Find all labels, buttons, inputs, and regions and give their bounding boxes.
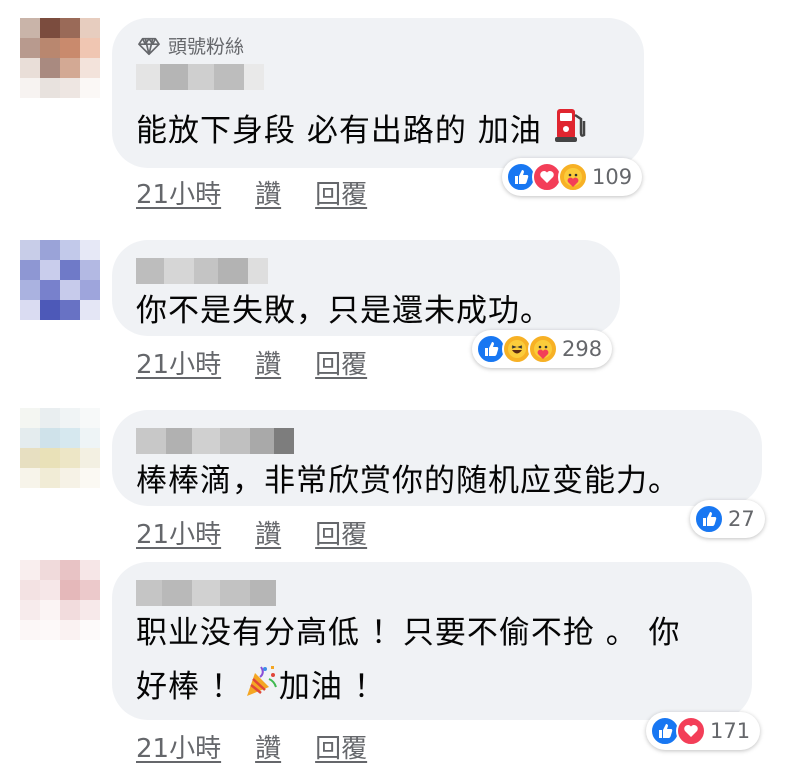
reaction-summary[interactable]: 27 [690,500,765,538]
party-popper-icon [243,662,279,716]
comment-actions: 21小時 讚 回覆 [136,514,367,551]
badge-label: 頭號粉絲 [168,36,245,58]
reply-button[interactable]: 回覆 [315,728,367,765]
fuel-pump-icon [553,105,587,160]
commenter-name[interactable] [136,428,294,454]
commenter-name[interactable] [136,258,268,284]
like-icon [694,504,724,534]
comment-text: 棒棒滴，非常欣赏你的随机应变能力。 [136,463,680,499]
comment-text: 能放下身段 必有出路的 加油 [136,104,587,160]
reaction-summary[interactable]: 109 [502,158,643,196]
like-button[interactable]: 讚 [255,728,281,765]
like-button[interactable]: 讚 [255,174,281,211]
reaction-count: 27 [728,507,755,531]
comment-text-line-1: 职业没有分高低 ！只要不偷不抢 。 你 [136,615,681,651]
like-button[interactable]: 讚 [255,514,281,551]
commenter-name[interactable] [136,580,276,606]
timestamp-link[interactable]: 21小時 [136,514,221,551]
comment-bubble: 你不是失敗，只是還未成功。 [112,240,620,336]
comment-bubble: 职业没有分高低 ！只要不偷不抢 。 你 好棒 ！ 加油 ！ [112,562,752,720]
avatar[interactable] [20,560,100,640]
care-icon [558,162,588,192]
comment-actions: 21小時 讚 回覆 [136,728,367,765]
reaction-summary[interactable]: 298 [472,330,613,368]
comment-text-line-2: 好棒 ！ 加油 ！ [136,660,386,716]
timestamp-link[interactable]: 21小時 [136,174,221,211]
comment-bubble: 棒棒滴，非常欣赏你的随机应变能力。 [112,410,762,506]
reply-button[interactable]: 回覆 [315,174,367,211]
comment-actions: 21小時 讚 回覆 [136,174,367,211]
comment-actions: 21小時 讚 回覆 [136,344,367,381]
reaction-count: 109 [592,165,633,189]
diamond-icon [138,37,160,55]
timestamp-link[interactable]: 21小時 [136,728,221,765]
reaction-summary[interactable]: 171 [646,712,761,750]
timestamp-link[interactable]: 21小時 [136,344,221,381]
reaction-count: 298 [562,337,603,361]
commenter-name[interactable] [136,64,264,90]
avatar[interactable] [20,240,100,320]
care-icon [528,334,558,364]
reply-button[interactable]: 回覆 [315,344,367,381]
avatar[interactable] [20,408,100,488]
top-fan-badge: 頭號粉絲 [138,32,244,59]
reply-button[interactable]: 回覆 [315,514,367,551]
comment-bubble: 頭號粉絲 能放下身段 必有出路的 加油 [112,18,644,168]
avatar[interactable] [20,18,100,98]
love-icon [676,716,706,746]
like-button[interactable]: 讚 [255,344,281,381]
reaction-count: 171 [710,719,751,743]
